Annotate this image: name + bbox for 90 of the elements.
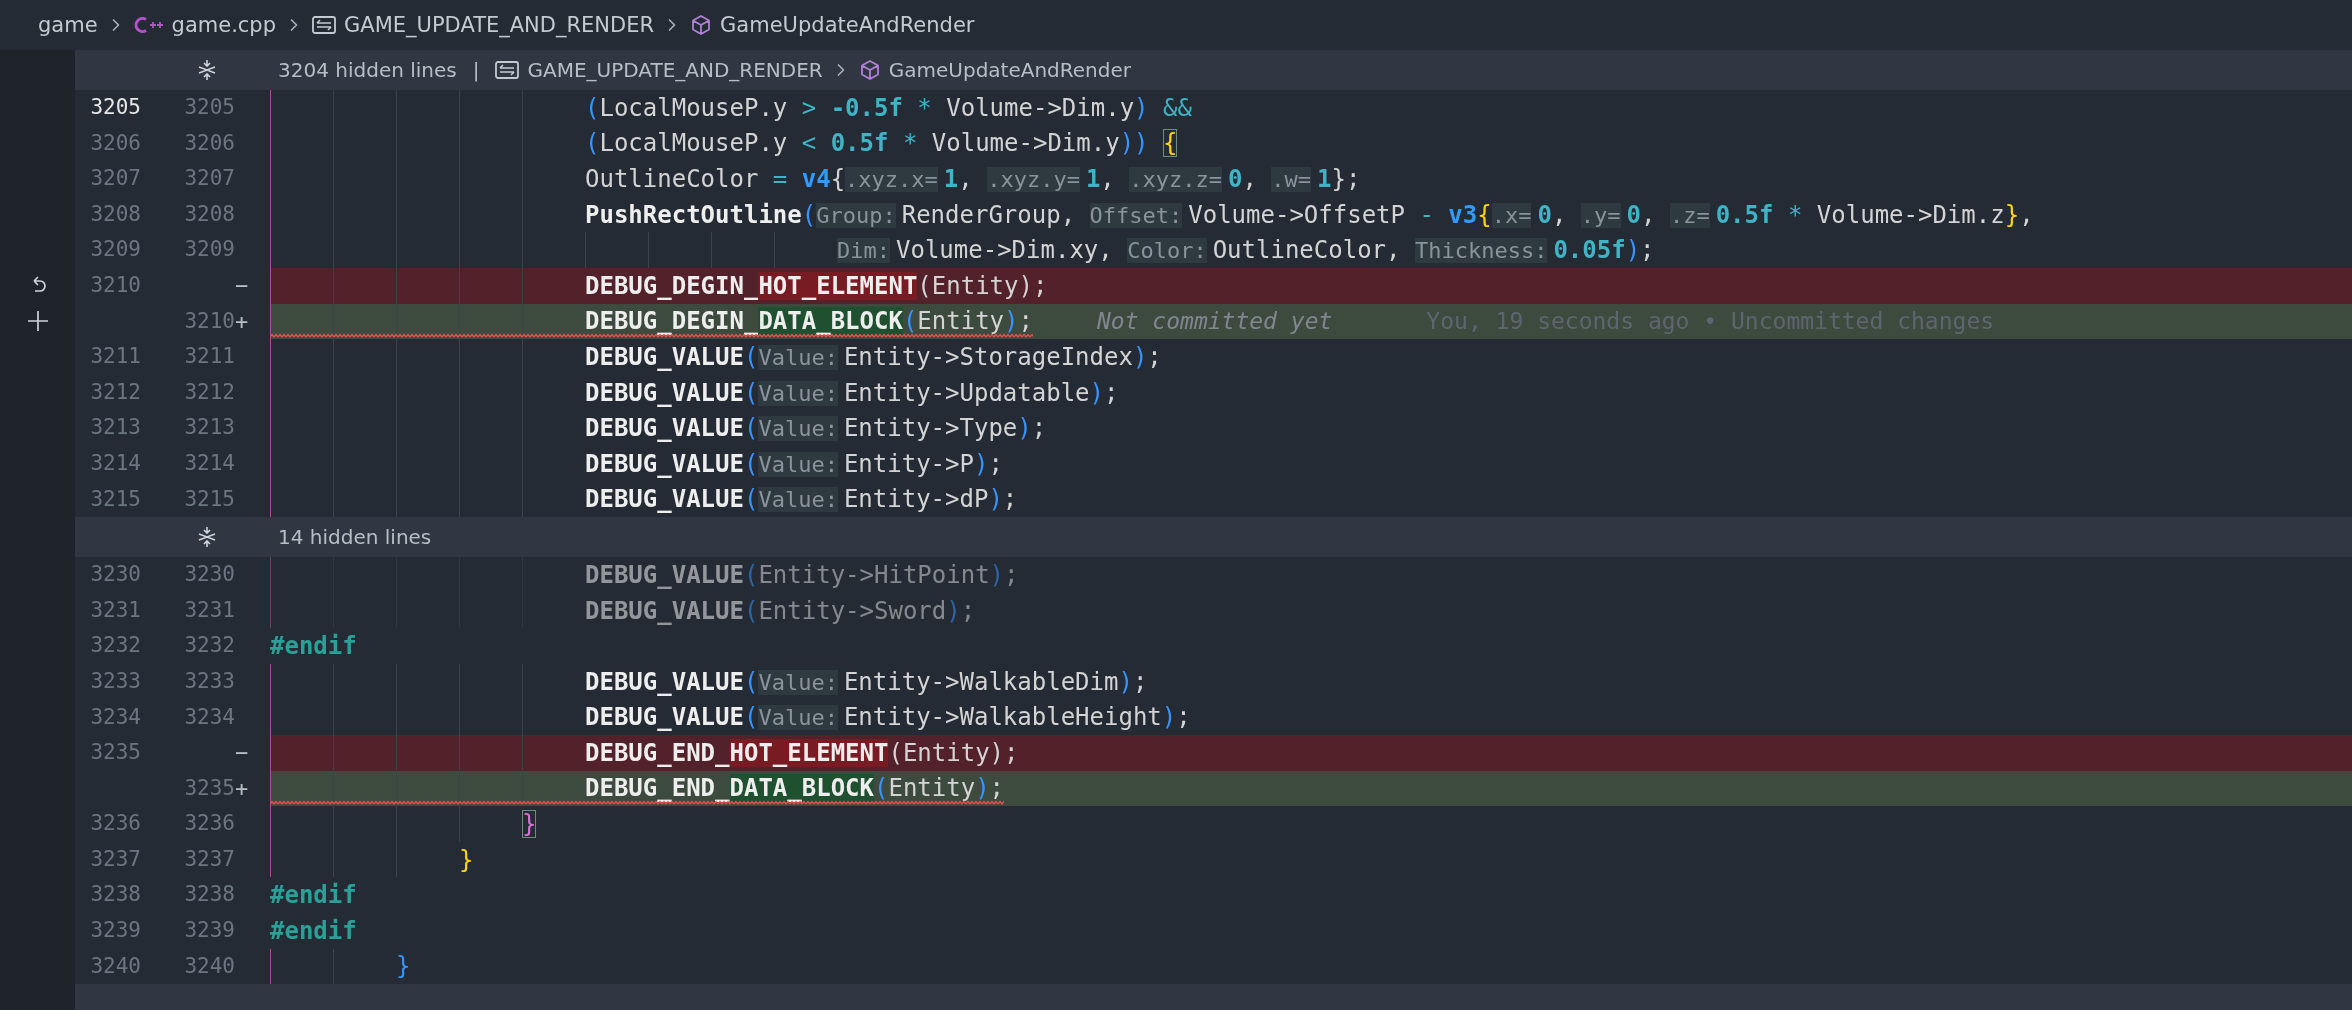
line-number: 3231	[183, 596, 235, 624]
line-number: 3232	[89, 632, 142, 660]
line-number: 3236	[89, 810, 142, 838]
breadcrumb-item[interactable]: GameUpdateAndRender	[720, 13, 975, 37]
code-line: DEBUG_VALUE(Value: Entity->Updatable);	[585, 378, 1119, 407]
diff-marker: −	[235, 271, 250, 300]
line-number: 3235	[89, 739, 142, 767]
line-number: 3215	[183, 485, 235, 513]
code-line: #endif	[270, 916, 357, 945]
line-number: 3239	[183, 917, 235, 945]
code-line: DEBUG_END_HOT_ELEMENT(Entity);	[585, 738, 1019, 767]
line-number: 3230	[183, 561, 235, 589]
line-number: 3205	[183, 94, 235, 121]
hidden-lines-label: 3204 hidden lines	[278, 58, 457, 82]
line-number: 3240	[89, 952, 142, 980]
line-number: 3232	[183, 632, 235, 660]
line-number: 3233	[89, 667, 142, 695]
code-line: #endif	[270, 632, 357, 661]
code-line: #endif	[270, 881, 357, 910]
line-number: 3208	[89, 200, 142, 228]
line-number: 3238	[89, 881, 142, 909]
breadcrumb-item[interactable]: GAME_UPDATE_AND_RENDER	[527, 58, 823, 82]
line-number: 3206	[183, 129, 235, 157]
code-line: DEBUG_VALUE(Value: Entity->P);	[585, 449, 1003, 478]
line-number: 3230	[89, 561, 142, 589]
unfold-icon[interactable]	[196, 59, 218, 81]
code-line: DEBUG_VALUE(Value: Entity->Type);	[585, 414, 1047, 443]
line-number: 3233	[183, 667, 235, 695]
blame-status: Not committed yet	[1096, 308, 1333, 335]
code-line: }	[459, 845, 474, 874]
plus-icon[interactable]	[25, 309, 50, 334]
line-number: 3210	[89, 271, 142, 299]
line-number: 3214	[183, 449, 235, 477]
box-arrows-icon	[495, 61, 520, 79]
line-number: 3239	[89, 917, 142, 945]
line-number: 3214	[89, 449, 142, 477]
line-number: 3212	[89, 378, 142, 406]
line-number: 3205	[89, 94, 142, 121]
breadcrumb-item[interactable]: GAME_UPDATE_AND_RENDER	[344, 13, 655, 37]
line-number: 3206	[89, 129, 142, 157]
cube-icon	[858, 59, 881, 81]
cube-icon	[690, 14, 713, 36]
line-number: 3207	[183, 165, 235, 193]
line-number: 3234	[89, 703, 142, 731]
hidden-lines-label: 14 hidden lines	[278, 525, 432, 550]
line-number: 3209	[183, 236, 235, 264]
line-number: 3213	[89, 414, 142, 442]
code-line: DEBUG_VALUE(Entity->Sword);	[585, 596, 976, 625]
diff-marker: −	[235, 739, 250, 768]
code-line: (LocalMouseP.y > -0.5f * Volume->Dim.y) &&	[585, 93, 1192, 122]
code-line: DEBUG_DEGIN_HOT_ELEMENT(Entity);	[585, 271, 1048, 300]
diff-marker: +	[235, 774, 250, 803]
line-number: 3213	[183, 414, 235, 442]
line-number: 3240	[183, 952, 235, 980]
line-number: 3207	[89, 165, 142, 193]
line-number: 3211	[183, 343, 235, 371]
line-number: 3234	[183, 703, 235, 731]
code-line: DEBUG_VALUE(Value: Entity->WalkableDim);	[585, 667, 1148, 696]
code-line: DEBUG_VALUE(Entity->HitPoint);	[585, 560, 1019, 589]
code-line: }	[522, 810, 537, 839]
code-line: }	[396, 952, 411, 981]
diff-marker: +	[235, 307, 250, 336]
code-line: DEBUG_VALUE(Value: Entity->dP);	[585, 485, 1018, 514]
breadcrumb-item[interactable]: game	[38, 13, 98, 37]
line-number: 3236	[183, 810, 235, 838]
code-line: (LocalMouseP.y < 0.5f * Volume->Dim.y)) {	[585, 129, 1178, 158]
line-number: 3237	[183, 845, 235, 873]
fold-bar[interactable]: 14 hidden lines	[75, 517, 2352, 558]
line-number: 3209	[89, 236, 142, 264]
code-line: PushRectOutline(Group: RenderGroup, Offset: Volume->OffsetP - v3{.x= 0, .y= 0, .z= 0.5f * Volume->Dim.z},	[585, 200, 2034, 229]
line-number: 3210	[183, 307, 235, 335]
line-number: 3211	[89, 343, 142, 371]
line-number: 3231	[89, 596, 142, 624]
line-number: 3235	[183, 774, 235, 802]
code-line: DEBUG_VALUE(Value: Entity->WalkableHeight);	[585, 703, 1191, 732]
code-line: OutlineColor = v4{.xyz.x= 1, .xyz.y= 1, .xyz.z= 0, .w= 1};	[585, 165, 1361, 193]
unfold-icon[interactable]	[196, 526, 218, 549]
line-number: 3208	[183, 200, 235, 228]
line-number: 3237	[89, 845, 142, 873]
code-line: DEBUG_VALUE(Value: Entity->StorageIndex);	[585, 342, 1162, 371]
c-plus-plus-icon	[133, 16, 164, 34]
line-number: 3212	[183, 378, 235, 406]
breadcrumb-item[interactable]: game.cpp	[171, 13, 277, 37]
code-line: Dim: Volume->Dim.xy, Color: OutlineColor, Thickness: 0.05f);	[837, 236, 1655, 265]
box-arrows-icon	[312, 16, 337, 34]
breadcrumb-item[interactable]: GameUpdateAndRender	[888, 58, 1131, 82]
line-number: 3215	[89, 485, 142, 513]
line-number: 3238	[183, 881, 235, 909]
separator: |	[472, 58, 480, 82]
fold-bar[interactable]: 3204 hidden lines | GAME_UPDATE_AND_RENDER GameUpdateAndRender	[75, 50, 2352, 90]
